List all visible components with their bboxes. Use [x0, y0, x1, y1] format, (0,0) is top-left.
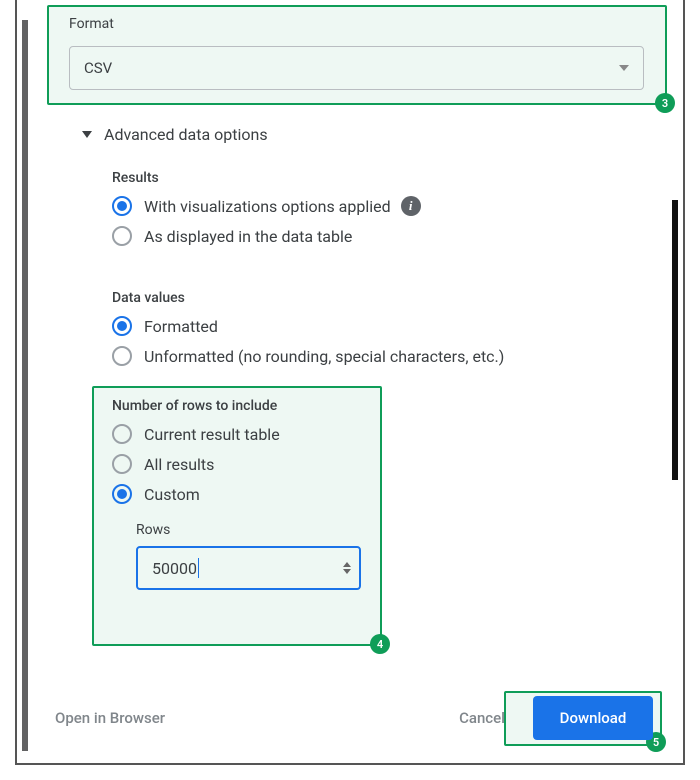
- radio-label: Current result table: [144, 425, 280, 444]
- radio-results-as-displayed[interactable]: As displayed in the data table: [112, 226, 421, 246]
- radio-label: Formatted: [144, 317, 218, 336]
- text-cursor: [198, 558, 199, 578]
- radio-values-formatted[interactable]: Formatted: [112, 316, 504, 336]
- data-values-group: Data values Formatted Unformatted (no ro…: [112, 290, 504, 376]
- radio-label: All results: [144, 455, 214, 474]
- chevron-down-icon: [343, 569, 351, 574]
- number-stepper[interactable]: [343, 562, 351, 574]
- radio-icon: [112, 316, 132, 336]
- scrollbar-right[interactable]: [672, 200, 678, 480]
- radio-results-visualizations[interactable]: With visualizations options applied i: [112, 196, 421, 216]
- radio-icon: [112, 424, 132, 444]
- format-select[interactable]: CSV: [69, 46, 644, 90]
- advanced-options-label: Advanced data options: [104, 125, 268, 144]
- radio-icon: [112, 196, 132, 216]
- download-dialog: 3 4 5 Format CSV Advanced data options R…: [15, 0, 685, 765]
- chevron-up-icon: [343, 562, 351, 567]
- info-icon[interactable]: i: [401, 196, 421, 216]
- results-heading: Results: [112, 170, 421, 186]
- annotation-badge-4: 4: [370, 634, 390, 654]
- radio-icon: [112, 346, 132, 366]
- radio-label: Custom: [144, 485, 200, 504]
- cancel-button[interactable]: Cancel: [439, 699, 525, 737]
- radio-rows-current[interactable]: Current result table: [112, 424, 361, 444]
- rows-input[interactable]: 50000: [136, 546, 361, 590]
- chevron-down-icon: [619, 65, 629, 71]
- rows-group: Number of rows to include Current result…: [112, 398, 361, 590]
- radio-icon: [112, 484, 132, 504]
- advanced-options-toggle[interactable]: Advanced data options: [82, 125, 268, 144]
- data-values-heading: Data values: [112, 290, 504, 306]
- radio-label: As displayed in the data table: [144, 227, 352, 246]
- dialog-footer: Open in Browser Cancel Download: [47, 693, 653, 743]
- format-label: Format: [69, 16, 114, 32]
- rows-heading: Number of rows to include: [112, 398, 361, 414]
- radio-label: Unformatted (no rounding, special charac…: [144, 347, 504, 366]
- rows-input-value: 50000: [152, 559, 197, 578]
- annotation-badge-3: 3: [655, 93, 675, 113]
- radio-rows-custom[interactable]: Custom: [112, 484, 361, 504]
- open-in-browser-button[interactable]: Open in Browser: [47, 699, 173, 737]
- radio-values-unformatted[interactable]: Unformatted (no rounding, special charac…: [112, 346, 504, 366]
- format-select-value: CSV: [84, 59, 112, 77]
- rows-input-label: Rows: [136, 522, 361, 538]
- radio-icon: [112, 454, 132, 474]
- results-group: Results With visualizations options appl…: [112, 170, 421, 256]
- scrollbar-left: [22, 20, 28, 751]
- radio-icon: [112, 226, 132, 246]
- triangle-down-icon: [82, 131, 92, 138]
- download-button[interactable]: Download: [533, 696, 653, 740]
- radio-rows-all[interactable]: All results: [112, 454, 361, 474]
- radio-label: With visualizations options applied: [144, 197, 391, 216]
